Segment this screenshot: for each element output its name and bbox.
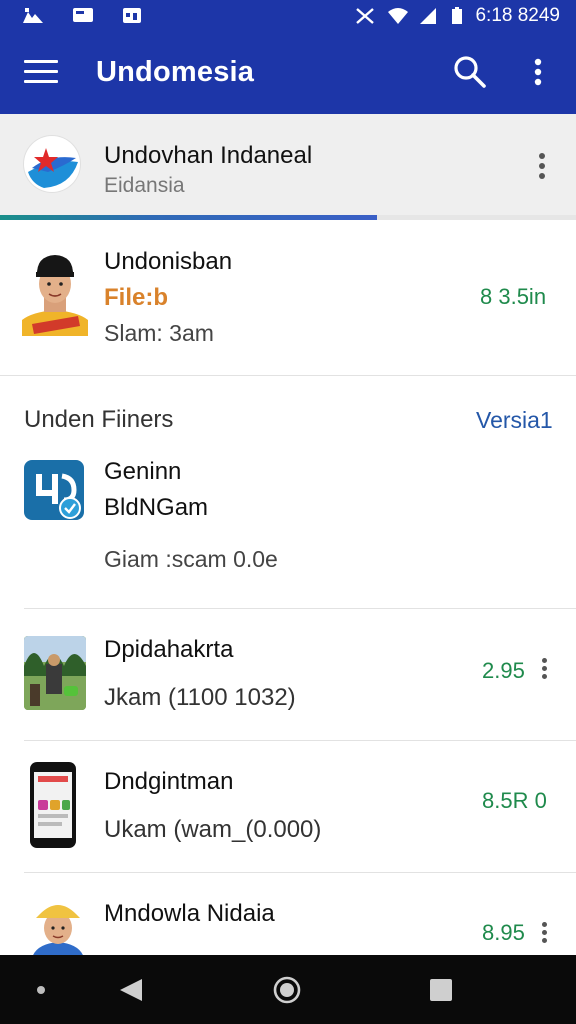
menu-icon[interactable] [24,60,58,86]
featured-avatar [22,250,88,336]
list-item-price: 8.95 [482,920,525,945]
account-subtitle: Eidansia [104,174,185,197]
wifi-icon [387,7,409,25]
list-item[interactable]: Dndgintman Ukam (wam_(0.000) 8.5R 0 [0,742,576,872]
phone-thumbnail [30,762,76,848]
more-vert-icon[interactable] [526,56,550,90]
divider [24,608,576,609]
list-item-price: 8.5R 0 [482,788,547,813]
list-item-meta: Giam :scam 0.0e [104,546,278,572]
signal-icon [419,7,439,25]
featured-row[interactable]: Undonisban File:b Slam: 3am 8 3.5in [0,220,576,376]
item-more-icon[interactable] [537,656,553,682]
status-time: 6:18 8249 [475,5,560,26]
list-item[interactable]: Mndowla Nidaia 8.95 [0,874,576,955]
calendar-icon [122,6,142,24]
account-logo-icon [24,136,80,192]
recents-icon[interactable] [430,979,452,1001]
featured-meta: Slam: 3am [104,320,214,346]
item-more-icon[interactable] [537,920,553,946]
item-avatar [28,894,88,955]
app-icon [24,460,84,520]
featured-price: 8 3.5in [480,284,547,309]
list-item-title: Mndowla Nidaia [104,900,275,927]
system-nav-bar [0,955,576,1024]
nav-dot-icon [37,986,45,994]
item-thumbnail [24,636,86,710]
list-item-title: Geninn [104,458,182,485]
account-more-icon[interactable] [530,150,554,184]
back-icon[interactable] [120,979,142,1001]
featured-title: Undonisban [104,248,233,275]
featured-subtitle: File:b [104,284,168,311]
status-bar: 6:18 8249 [0,0,576,32]
divider [24,740,576,741]
app-bar: Undomesia [0,32,576,114]
list-item-subtitle: Ukam (wam_(0.000) [104,816,322,843]
list-item-title: Dndgintman [104,768,234,795]
mail-icon [72,6,93,24]
list-item-title: Dpidahakrta [104,636,234,663]
section-link[interactable]: Versia1 [476,407,553,434]
search-icon[interactable] [452,54,488,90]
list-item[interactable]: Geninn BldNGam Giam :scam 0.0e [0,440,576,610]
battery-icon [451,7,463,25]
account-name: Undovhan Indaneal [104,142,313,169]
mute-icon [355,7,375,25]
list-item-subtitle: BldNGam [104,494,209,521]
list-item-price: 2.95 [482,658,525,683]
app-title: Undomesia [96,56,255,88]
divider [24,872,576,873]
section-header: Unden Fiiners [24,406,174,433]
divider [0,375,576,376]
notification-icon [22,6,43,24]
list-item-subtitle: Jkam (1100 1032) [104,684,296,711]
account-card[interactable]: Undovhan Indaneal Eidansia [0,114,576,220]
list-item[interactable]: Dpidahakrta Jkam (1100 1032) 2.95 [0,610,576,740]
